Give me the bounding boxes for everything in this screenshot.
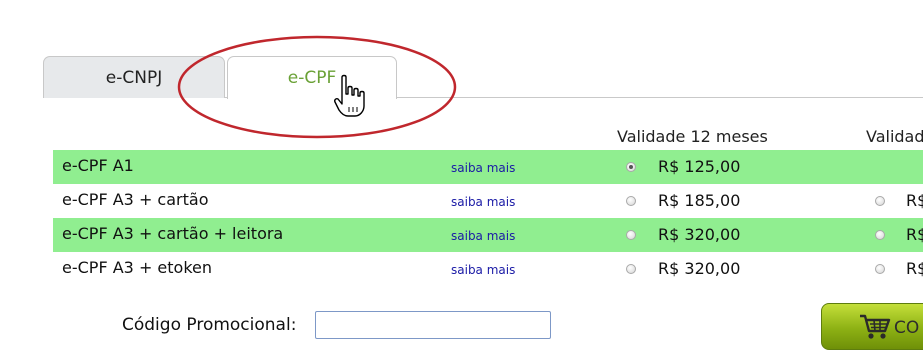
product-name: e-CPF A1 <box>62 156 134 175</box>
buy-button-label: CO <box>894 318 920 338</box>
validity-second-radio[interactable] <box>875 264 885 274</box>
hand-pointer-icon <box>334 74 365 117</box>
saiba-mais-link[interactable]: saiba mais <box>451 263 515 277</box>
tab-ecpf[interactable]: e-CPF <box>227 56 397 99</box>
cart-icon <box>860 314 891 339</box>
validity-second-header: Validad <box>866 127 923 146</box>
saiba-mais-link[interactable]: saiba mais <box>451 229 515 243</box>
price-12-months: R$ 320,00 <box>658 259 741 278</box>
promo-code-input[interactable] <box>315 311 551 339</box>
price-second-validity: R$ <box>906 225 923 244</box>
product-row: e-CPF A1 saiba mais R$ 125,00 <box>53 150 923 184</box>
tab-ecpf-label: e-CPF <box>287 68 337 88</box>
product-row: e-CPF A3 + cartão saiba mais R$ 185,00 R… <box>53 184 923 218</box>
validity-second-radio[interactable] <box>875 196 885 206</box>
tab-ecnpj-label: e-CNPJ <box>105 67 163 88</box>
product-row: e-CPF A3 + cartão + leitora saiba mais R… <box>53 218 923 252</box>
price-12-months: R$ 125,00 <box>658 157 741 176</box>
validity-12-radio[interactable] <box>626 162 636 172</box>
tab-ecnpj[interactable]: e-CNPJ <box>43 56 225 98</box>
saiba-mais-link[interactable]: saiba mais <box>451 161 515 175</box>
validity-second-radio[interactable] <box>875 230 885 240</box>
product-name: e-CPF A3 + cartão + leitora <box>62 224 284 243</box>
product-row: e-CPF A3 + etoken saiba mais R$ 320,00 R… <box>53 252 923 286</box>
price-12-months: R$ 185,00 <box>658 191 741 210</box>
validity-12-radio[interactable] <box>626 230 636 240</box>
promo-code-label: Código Promocional: <box>122 315 297 335</box>
price-second-validity: R$ <box>906 259 923 278</box>
validity-12-radio[interactable] <box>626 264 636 274</box>
validity-12-header: Validade 12 meses <box>617 127 768 146</box>
validity-12-radio[interactable] <box>626 196 636 206</box>
price-second-validity: R$ <box>906 191 923 210</box>
product-name: e-CPF A3 + cartão <box>62 190 209 209</box>
saiba-mais-link[interactable]: saiba mais <box>451 195 515 209</box>
price-12-months: R$ 320,00 <box>658 225 741 244</box>
buy-button[interactable]: CO <box>821 303 923 350</box>
product-name: e-CPF A3 + etoken <box>62 258 213 277</box>
